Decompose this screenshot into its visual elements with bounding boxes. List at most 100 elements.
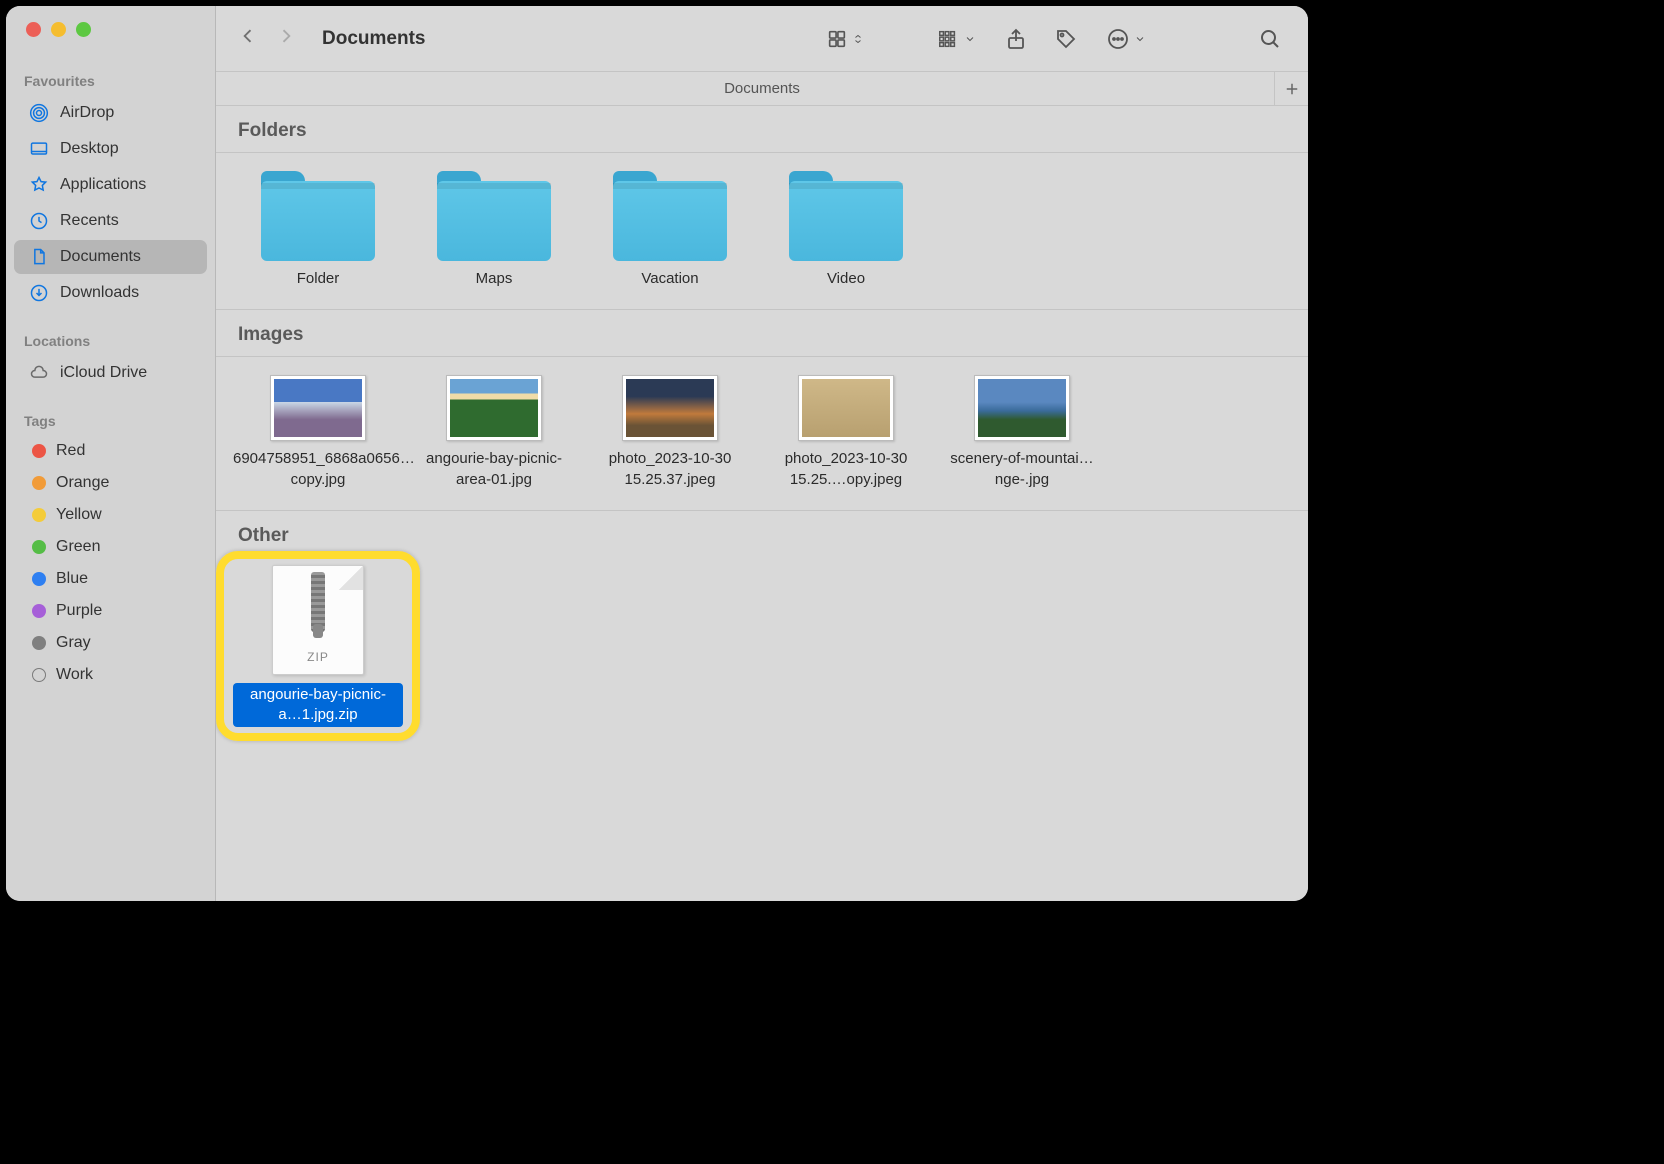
item-label: Folder — [297, 269, 340, 289]
sidebar-tag-orange[interactable]: Orange — [14, 468, 207, 498]
group-header-other: Other — [216, 511, 1308, 547]
sidebar-item-desktop[interactable]: Desktop — [14, 132, 207, 166]
sidebar-item-label: Downloads — [60, 284, 139, 302]
folder-icon — [261, 171, 375, 261]
minimize-window-button[interactable] — [51, 22, 66, 37]
archive-item[interactable]: ZIP angourie-bay-picnic-a…1.jpg.zip — [230, 565, 406, 728]
image-thumbnail — [270, 375, 366, 441]
images-grid: 6904758951_6868a0656…copy.jpg angourie-b… — [216, 357, 1308, 511]
sidebar-item-label: Red — [56, 442, 85, 460]
applications-icon — [28, 174, 50, 196]
finder-window: Favourites AirDrop Desktop Applications … — [6, 6, 1308, 901]
zip-badge: ZIP — [273, 650, 363, 664]
sidebar-item-label: Gray — [56, 634, 91, 652]
folder-item[interactable]: Folder — [230, 171, 406, 289]
view-mode-button[interactable] — [820, 28, 870, 50]
desktop-icon — [28, 138, 50, 160]
new-tab-button[interactable] — [1274, 72, 1308, 106]
tag-dot-icon — [32, 540, 46, 554]
tag-dot-icon — [32, 572, 46, 586]
sidebar-item-label: Recents — [60, 212, 119, 230]
sidebar-item-label: Blue — [56, 570, 88, 588]
sidebar-tag-red[interactable]: Red — [14, 436, 207, 466]
share-button[interactable] — [1000, 23, 1032, 55]
item-label: scenery-of-mountai…nge-.jpg — [937, 449, 1107, 490]
tag-dot-icon — [32, 668, 46, 682]
image-thumbnail — [622, 375, 718, 441]
nav-forward-button[interactable] — [276, 24, 296, 53]
image-item[interactable]: 6904758951_6868a0656…copy.jpg — [230, 375, 406, 490]
tag-dot-icon — [32, 476, 46, 490]
group-header-folders: Folders — [216, 106, 1308, 153]
sidebar-item-applications[interactable]: Applications — [14, 168, 207, 202]
sidebar-tag-yellow[interactable]: Yellow — [14, 500, 207, 530]
tag-dot-icon — [32, 508, 46, 522]
toolbar: Documents — [216, 6, 1308, 72]
sidebar-item-icloud-drive[interactable]: iCloud Drive — [14, 356, 207, 390]
folder-icon — [437, 171, 551, 261]
image-thumbnail — [446, 375, 542, 441]
group-by-button[interactable] — [930, 28, 982, 50]
cloud-icon — [28, 362, 50, 384]
folder-item[interactable]: Vacation — [582, 171, 758, 289]
tag-dot-icon — [32, 444, 46, 458]
sidebar-section-tags: Tags — [6, 407, 215, 435]
item-label: angourie-bay-picnic-area-01.jpg — [409, 449, 579, 490]
airdrop-icon — [28, 102, 50, 124]
search-button[interactable] — [1254, 23, 1286, 55]
item-label: Maps — [476, 269, 513, 289]
window-controls — [6, 22, 215, 37]
sidebar-item-label: Documents — [60, 248, 141, 266]
image-thumbnail — [974, 375, 1070, 441]
image-item[interactable]: angourie-bay-picnic-area-01.jpg — [406, 375, 582, 490]
sidebar-tag-gray[interactable]: Gray — [14, 628, 207, 658]
zip-icon: ZIP — [272, 565, 364, 675]
sidebar-item-label: iCloud Drive — [60, 364, 147, 382]
tags-button[interactable] — [1050, 23, 1082, 55]
window-title: Documents — [322, 28, 425, 50]
item-label: angourie-bay-picnic-a…1.jpg.zip — [233, 683, 403, 728]
nav-back-button[interactable] — [238, 24, 258, 53]
image-thumbnail — [798, 375, 894, 441]
sidebar-item-label: Green — [56, 538, 100, 556]
tag-dot-icon — [32, 604, 46, 618]
recents-icon — [28, 210, 50, 232]
sidebar-item-recents[interactable]: Recents — [14, 204, 207, 238]
group-header-images: Images — [216, 310, 1308, 357]
folder-icon — [613, 171, 727, 261]
item-label: photo_2023-10-30 15.25.37.jpeg — [585, 449, 755, 490]
main-pane: Documents — [216, 6, 1308, 901]
item-label: Vacation — [641, 269, 698, 289]
close-window-button[interactable] — [26, 22, 41, 37]
sidebar-section-favourites: Favourites — [6, 67, 215, 95]
folder-item[interactable]: Video — [758, 171, 934, 289]
item-label: Video — [827, 269, 865, 289]
sidebar-item-downloads[interactable]: Downloads — [14, 276, 207, 310]
sidebar-tag-green[interactable]: Green — [14, 532, 207, 562]
sidebar-item-airdrop[interactable]: AirDrop — [14, 96, 207, 130]
sidebar-item-label: Applications — [60, 176, 146, 194]
sidebar-item-label: Work — [56, 666, 93, 684]
image-item[interactable]: photo_2023-10-30 15.25.37.jpeg — [582, 375, 758, 490]
sidebar-tag-blue[interactable]: Blue — [14, 564, 207, 594]
sidebar-tag-purple[interactable]: Purple — [14, 596, 207, 626]
sidebar: Favourites AirDrop Desktop Applications … — [6, 6, 216, 901]
other-grid: ZIP angourie-bay-picnic-a…1.jpg.zip — [216, 547, 1308, 748]
actions-menu-button[interactable] — [1100, 27, 1152, 51]
downloads-icon — [28, 282, 50, 304]
sidebar-item-label: AirDrop — [60, 104, 114, 122]
zoom-window-button[interactable] — [76, 22, 91, 37]
folder-icon — [789, 171, 903, 261]
tab-bar: Documents — [216, 72, 1308, 106]
sidebar-item-label: Desktop — [60, 140, 119, 158]
folder-item[interactable]: Maps — [406, 171, 582, 289]
content-area: Folders Folder Maps Vacation Video — [216, 106, 1308, 901]
active-tab[interactable]: Documents — [724, 80, 800, 97]
documents-icon — [28, 246, 50, 268]
sidebar-tag-work[interactable]: Work — [14, 660, 207, 690]
image-item[interactable]: photo_2023-10-30 15.25.…opy.jpeg — [758, 375, 934, 490]
sidebar-item-label: Yellow — [56, 506, 102, 524]
item-label: photo_2023-10-30 15.25.…opy.jpeg — [761, 449, 931, 490]
image-item[interactable]: scenery-of-mountai…nge-.jpg — [934, 375, 1110, 490]
sidebar-item-documents[interactable]: Documents — [14, 240, 207, 274]
